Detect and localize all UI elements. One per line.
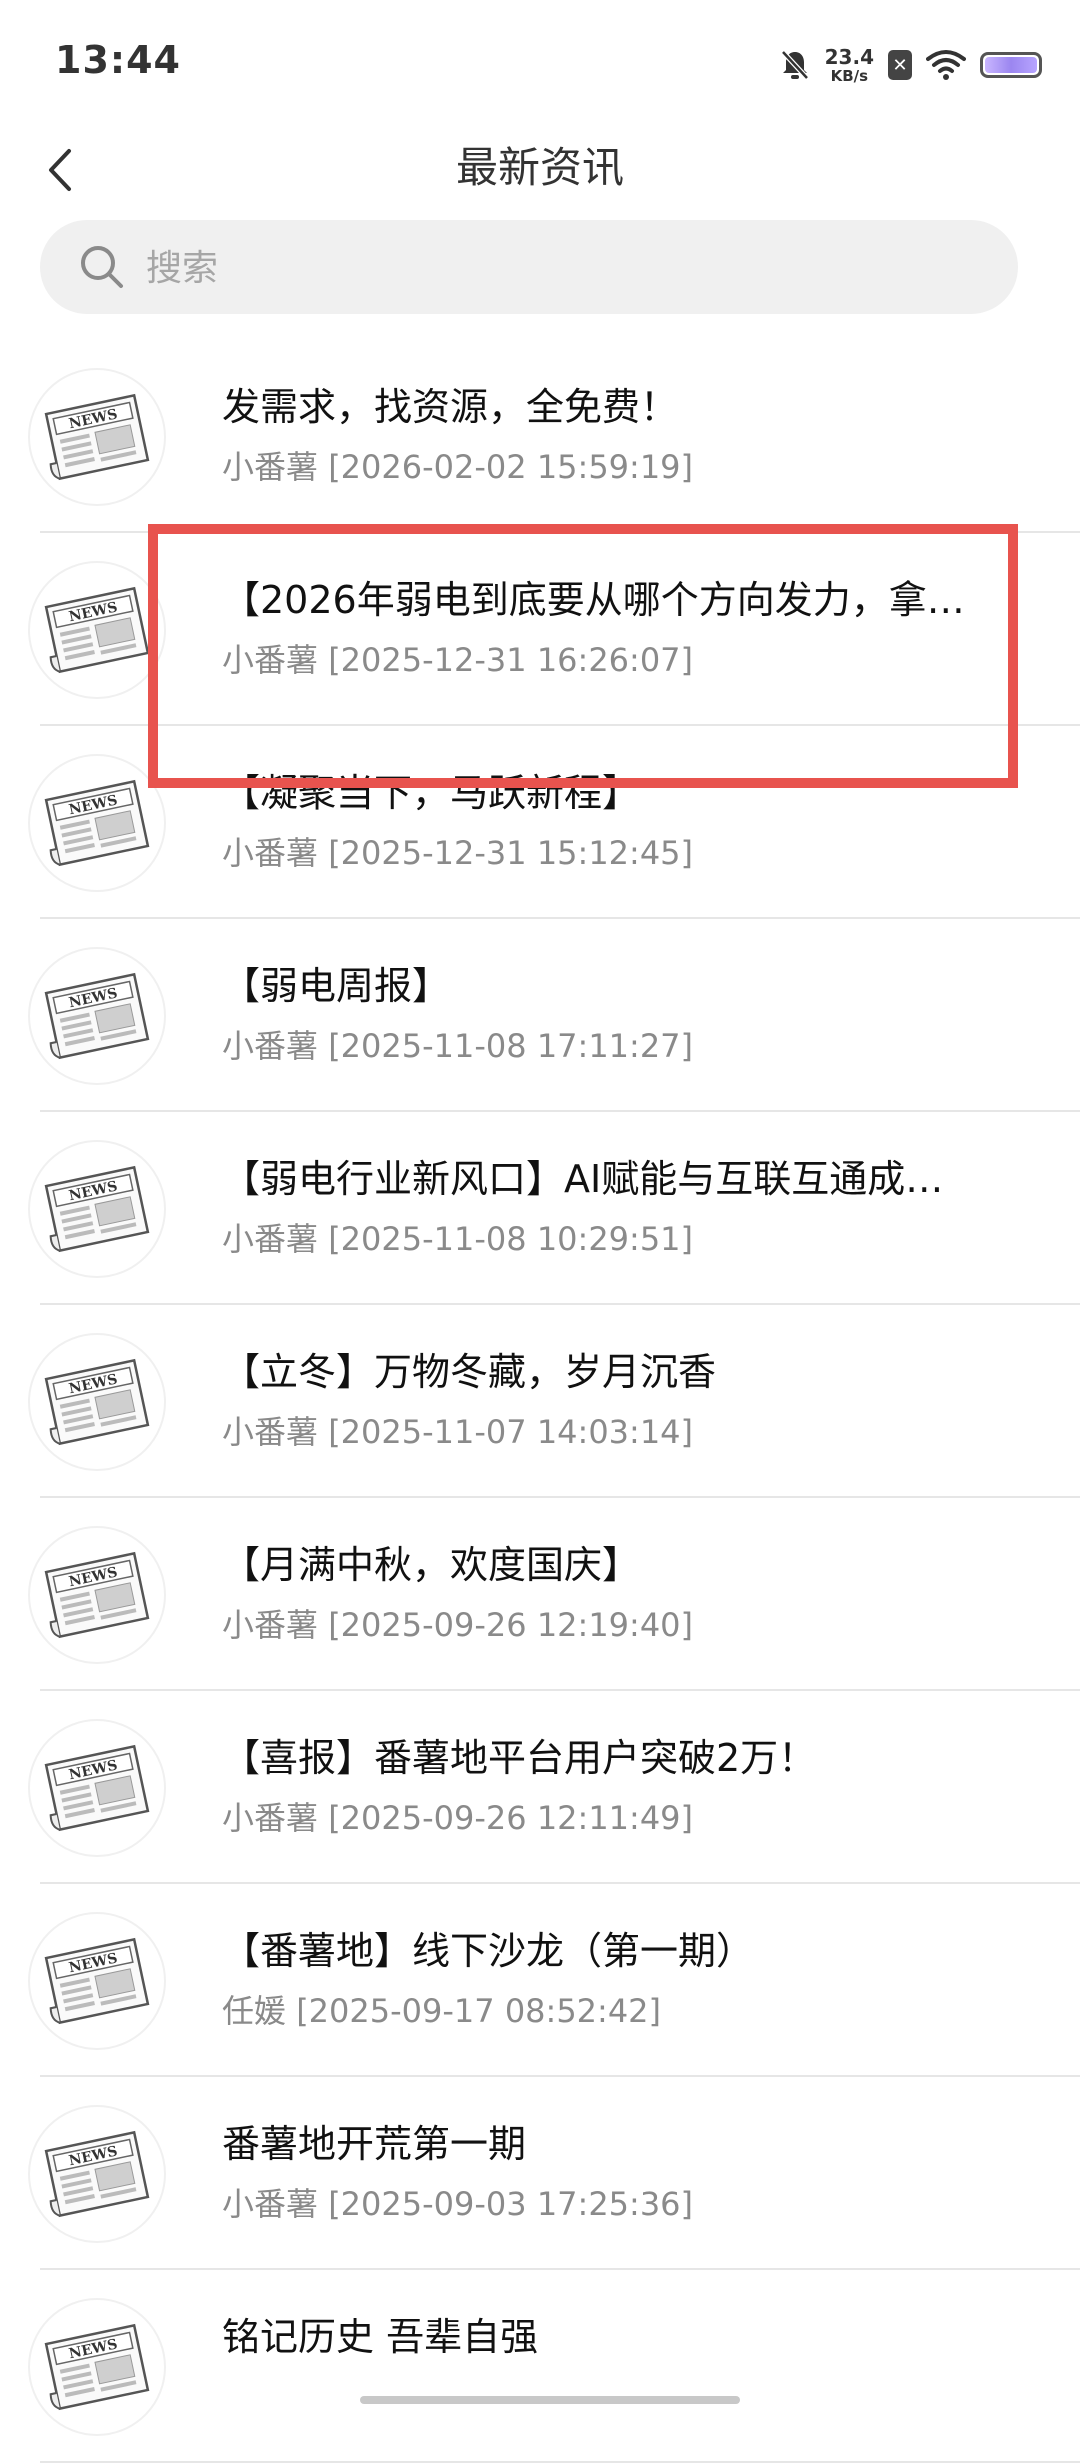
news-author: 小番薯	[222, 834, 319, 872]
network-speed-value: 23.4	[824, 44, 874, 69]
news-list-item[interactable]: NEWS 发需求，找资源，全免费！ 小番薯 [2026-02-02 15:59:…	[0, 340, 1080, 533]
news-list-item[interactable]: NEWS 【月满中秋，欢度国庆】 小番薯 [2025-09-26 12:19:4…	[0, 1498, 1080, 1691]
news-list-item[interactable]: NEWS 【喜报】番薯地平台用户突破2万！ 小番薯 [2025-09-26 12…	[0, 1691, 1080, 1884]
news-author: 小番薯	[222, 1027, 319, 1065]
news-thumbnail: NEWS	[28, 1526, 166, 1664]
status-time: 13:44	[55, 38, 181, 82]
news-title[interactable]: 【弱电行业新风口】AI赋能与互联互通成…	[222, 1148, 1022, 1203]
news-thumbnail: NEWS	[28, 1333, 166, 1471]
news-timestamp: [2025-11-08 10:29:51]	[328, 1220, 694, 1258]
newspaper-icon: NEWS	[44, 779, 150, 867]
newspaper-icon: NEWS	[44, 1165, 150, 1253]
news-list-item[interactable]: NEWS 【番薯地】线下沙龙（第一期） 任媛 [2025-09-17 08:52…	[0, 1884, 1080, 2077]
search-bar[interactable]	[40, 220, 1018, 316]
news-title[interactable]: 【番薯地】线下沙龙（第一期）	[222, 1920, 1022, 1975]
newspaper-icon: NEWS	[44, 1551, 150, 1639]
news-title[interactable]: 【弱电周报】	[222, 955, 1022, 1010]
news-title[interactable]: 【立冬】万物冬藏，岁月沉香	[222, 1341, 1022, 1396]
battery-icon	[980, 52, 1042, 78]
news-timestamp: [2025-12-31 15:12:45]	[328, 834, 694, 872]
network-speed: 23.4 KB/s	[825, 47, 874, 84]
news-meta: 小番薯 [2025-12-31 15:12:45]	[222, 828, 693, 874]
news-meta: 小番薯 [2025-09-26 12:19:40]	[222, 1600, 693, 1646]
news-thumbnail: NEWS	[28, 2105, 166, 2243]
news-author: 小番薯	[222, 1606, 319, 1644]
search-icon	[81, 246, 123, 288]
news-title[interactable]: 铭记历史 吾辈自强	[222, 2306, 1022, 2361]
news-thumbnail: NEWS	[28, 947, 166, 1085]
news-title[interactable]: 【喜报】番薯地平台用户突破2万！	[222, 1727, 1022, 1782]
news-author: 任媛	[222, 1992, 287, 2030]
news-timestamp: [2025-09-26 12:19:40]	[328, 1606, 694, 1644]
news-author: 小番薯	[222, 1799, 319, 1837]
bell-muted-icon	[780, 50, 809, 80]
newspaper-icon: NEWS	[44, 586, 150, 674]
newspaper-icon: NEWS	[44, 1937, 150, 2025]
news-meta: 任媛 [2025-09-17 08:52:42]	[222, 1986, 661, 2032]
news-thumbnail: NEWS	[28, 1912, 166, 2050]
news-list-item[interactable]: NEWS 番薯地开荒第一期 小番薯 [2025-09-03 17:25:36]	[0, 2077, 1080, 2270]
news-list-item[interactable]: NEWS 【弱电周报】 小番薯 [2025-11-08 17:11:27]	[0, 919, 1080, 1112]
news-title[interactable]: 【月满中秋，欢度国庆】	[222, 1534, 1022, 1589]
newspaper-icon: NEWS	[44, 972, 150, 1060]
news-title[interactable]: 发需求，找资源，全免费！	[222, 376, 1022, 431]
news-thumbnail: NEWS	[28, 1719, 166, 1857]
newspaper-icon: NEWS	[44, 2323, 150, 2411]
news-timestamp: [2025-11-07 14:03:14]	[328, 1413, 694, 1451]
news-list-item[interactable]: NEWS 铭记历史 吾辈自强	[0, 2270, 1080, 2463]
search-input[interactable]	[144, 220, 968, 316]
page-title: 最新资讯	[455, 143, 624, 192]
news-author: 小番薯	[222, 1413, 319, 1451]
news-thumbnail: NEWS	[28, 561, 166, 699]
newspaper-icon: NEWS	[44, 393, 150, 481]
wifi-icon	[926, 50, 966, 80]
news-timestamp: [2025-09-03 17:25:36]	[328, 2185, 694, 2223]
news-meta: 小番薯 [2025-09-26 12:11:49]	[222, 1793, 693, 1839]
news-list-item[interactable]: NEWS 【立冬】万物冬藏，岁月沉香 小番薯 [2025-11-07 14:03…	[0, 1305, 1080, 1498]
news-thumbnail: NEWS	[28, 754, 166, 892]
news-thumbnail: NEWS	[28, 2298, 166, 2436]
status-bar: 13:44 23.4 KB/s ✕	[0, 0, 1080, 120]
news-timestamp: [2025-11-08 17:11:27]	[328, 1027, 694, 1065]
status-icons: 23.4 KB/s ✕	[765, 40, 1042, 90]
no-sim-icon: ✕	[888, 50, 912, 80]
news-meta: 小番薯 [2026-02-02 15:59:19]	[222, 442, 693, 488]
newspaper-icon: NEWS	[44, 2130, 150, 2218]
news-author: 小番薯	[222, 1220, 319, 1258]
news-timestamp: [2025-09-17 08:52:42]	[296, 1992, 662, 2030]
header: 最新资讯	[0, 120, 1080, 220]
news-timestamp: [2025-09-26 12:11:49]	[328, 1799, 694, 1837]
news-title[interactable]: 番薯地开荒第一期	[222, 2113, 1022, 2168]
home-indicator	[360, 2396, 740, 2404]
news-author: 小番薯	[222, 448, 319, 486]
newspaper-icon: NEWS	[44, 1744, 150, 1832]
news-thumbnail: NEWS	[28, 368, 166, 506]
network-speed-unit: KB/s	[830, 66, 869, 85]
news-timestamp: [2026-02-02 15:59:19]	[328, 448, 694, 486]
news-meta: 小番薯 [2025-09-03 17:25:36]	[222, 2179, 693, 2225]
news-author: 小番薯	[222, 2185, 319, 2223]
news-meta: 小番薯 [2025-11-08 17:11:27]	[222, 1021, 693, 1067]
news-thumbnail: NEWS	[28, 1140, 166, 1278]
newspaper-icon: NEWS	[44, 1358, 150, 1446]
highlight-box	[148, 524, 1018, 788]
news-list-item[interactable]: NEWS 【弱电行业新风口】AI赋能与互联互通成… 小番薯 [2025-11-0…	[0, 1112, 1080, 1305]
news-meta: 小番薯 [2025-11-07 14:03:14]	[222, 1407, 693, 1453]
news-meta: 小番薯 [2025-11-08 10:29:51]	[222, 1214, 693, 1260]
